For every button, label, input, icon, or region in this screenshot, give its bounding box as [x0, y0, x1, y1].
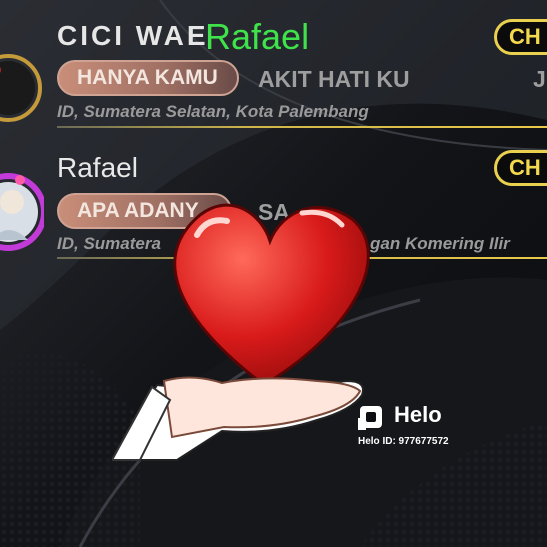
ch-badge[interactable]: CH [494, 150, 547, 186]
scrolling-message-tail: J [533, 66, 546, 92]
avatar-frame-gold[interactable] [0, 18, 44, 128]
overlay-username: Rafael [205, 16, 310, 57]
viewer-name: Rafael [57, 152, 138, 183]
ch-badge[interactable]: CH [494, 19, 547, 55]
watermark-brand: Helo [394, 402, 442, 427]
badge-pill: HANYA KAMU [57, 60, 239, 96]
scrolling-message: AKIT HATI KU [258, 66, 410, 92]
helo-logo-icon [358, 406, 382, 430]
location-text: ID, Sumatera Selatan, Kota Palembang [57, 102, 369, 121]
viewer-name: CICI WAE [57, 20, 209, 51]
heart-in-hand-icon [112, 203, 370, 461]
row-divider [57, 126, 547, 128]
watermark-id: Helo ID: 977677572 [358, 436, 449, 447]
avatar[interactable] [0, 150, 47, 260]
location-text-end: gan Komering Ilir [370, 234, 510, 253]
watermark: Helo Helo ID: 977677572 [358, 402, 478, 452]
